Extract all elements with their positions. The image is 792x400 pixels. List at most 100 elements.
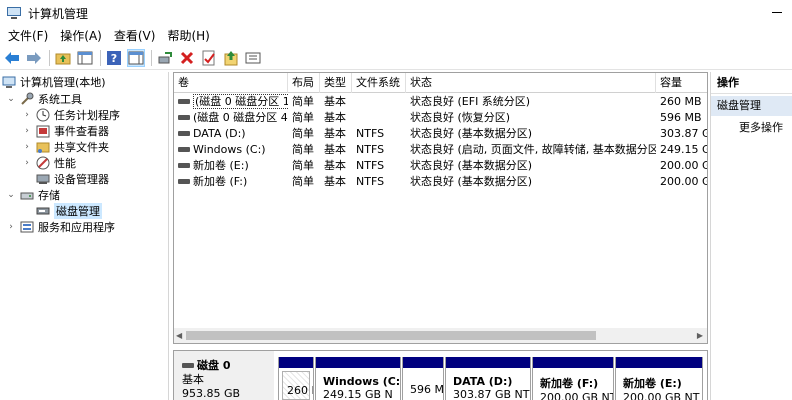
console-view-icon[interactable] bbox=[127, 48, 145, 67]
filesystem-cell: NTFS bbox=[356, 159, 385, 172]
tree-item-performance[interactable]: › 性能 bbox=[22, 155, 76, 171]
partition-block[interactable]: DATA (D:) 303.87 GB NTF bbox=[445, 357, 531, 400]
partition-block[interactable]: 新加卷 (F:) 200.00 GB NT bbox=[532, 357, 614, 400]
partition-bar bbox=[533, 357, 613, 368]
column-header-status[interactable]: 状态 bbox=[406, 73, 656, 93]
tree-item-shared-folders[interactable]: › 共享文件夹 bbox=[22, 139, 109, 155]
export-list-icon[interactable] bbox=[244, 49, 262, 67]
table-row[interactable]: DATA (D:) 简单 基本 NTFS 状态良好 (基本数据分区) 303.8… bbox=[174, 126, 707, 142]
volume-icon bbox=[178, 146, 190, 152]
type-cell: 基本 bbox=[324, 95, 346, 108]
tree-item-event-viewer[interactable]: › 事件查看器 bbox=[22, 123, 109, 139]
partition-block[interactable]: 新加卷 (E:) 200.00 GB NT bbox=[615, 357, 703, 400]
volume-name-cell: 新加卷 (F:) bbox=[174, 174, 288, 190]
volume-list-header: 卷 布局 类型 文件系统 状态 容量 bbox=[174, 73, 707, 93]
type-cell: 基本 bbox=[324, 111, 346, 124]
tree-item-system-tools[interactable]: ⌄ 系统工具 bbox=[6, 91, 82, 107]
toolbar-separator bbox=[151, 49, 152, 66]
column-header-type[interactable]: 类型 bbox=[320, 73, 352, 93]
tree-item-services-apps[interactable]: › 服务和应用程序 bbox=[6, 219, 115, 235]
tree-item-label: 任务计划程序 bbox=[54, 109, 120, 122]
partition-size: 249.15 GB N bbox=[323, 388, 393, 400]
filesystem-cell: NTFS bbox=[356, 127, 385, 140]
tree-item-storage[interactable]: ⌄ 存储 bbox=[6, 187, 60, 203]
partition-block[interactable]: Windows (C: 249.15 GB N bbox=[315, 357, 401, 400]
forward-arrow-icon[interactable] bbox=[25, 49, 43, 67]
minimize-button[interactable] bbox=[772, 12, 782, 13]
device-manager-icon bbox=[36, 172, 50, 186]
toolbar: ? bbox=[0, 46, 792, 70]
partition-block[interactable]: 260 I bbox=[278, 357, 314, 400]
tree-item-root[interactable]: 计算机管理(本地) bbox=[2, 74, 106, 90]
horizontal-scrollbar[interactable]: ◀ ▶ bbox=[174, 328, 707, 343]
partition-size: 596 M bbox=[410, 383, 444, 396]
tree-item-label: 存储 bbox=[38, 189, 60, 202]
column-header-capacity[interactable]: 容量 bbox=[656, 73, 707, 93]
help-icon[interactable]: ? bbox=[105, 49, 123, 67]
status-cell: 状态良好 (恢复分区) bbox=[410, 111, 511, 124]
layout-cell: 简单 bbox=[292, 111, 314, 124]
table-row[interactable]: (磁盘 0 磁盘分区 1) 简单 基本 状态良好 (EFI 系统分区) 260 … bbox=[174, 94, 707, 110]
table-row[interactable]: Windows (C:) 简单 基本 NTFS 状态良好 (启动, 页面文件, … bbox=[174, 142, 708, 158]
table-row[interactable]: 新加卷 (E:) 简单 基本 NTFS 状态良好 (基本数据分区) 200.00… bbox=[174, 158, 707, 174]
menu-action[interactable]: 操作(A) bbox=[54, 26, 108, 46]
menu-bar: 文件(F) 操作(A) 查看(V) 帮助(H) bbox=[0, 26, 792, 46]
volume-icon bbox=[178, 114, 190, 120]
tree-item-label: 磁盘管理 bbox=[54, 203, 102, 219]
layout-cell: 简单 bbox=[292, 143, 314, 156]
disk-name: 磁盘 0 bbox=[182, 359, 274, 373]
partition-body: DATA (D:) 303.87 GB NTF bbox=[449, 371, 531, 400]
menu-view[interactable]: 查看(V) bbox=[108, 26, 162, 46]
column-header-layout[interactable]: 布局 bbox=[288, 73, 320, 93]
volume-icon bbox=[178, 178, 190, 184]
table-row[interactable]: (磁盘 0 磁盘分区 4) 简单 基本 状态良好 (恢复分区) 596 MB bbox=[174, 110, 707, 126]
capacity-cell: 249.15 G bbox=[660, 143, 708, 156]
scrollbar-thumb[interactable] bbox=[186, 331, 596, 340]
volume-name: Windows (C:) bbox=[193, 143, 266, 156]
volume-name-cell: (磁盘 0 磁盘分区 4) bbox=[174, 110, 288, 126]
actions-section-disk-management[interactable]: 磁盘管理 bbox=[711, 96, 792, 116]
show-hide-tree-icon[interactable] bbox=[76, 49, 94, 67]
table-row[interactable]: 新加卷 (F:) 简单 基本 NTFS 状态良好 (基本数据分区) 200.00… bbox=[174, 174, 707, 190]
actions-pane: 操作 磁盘管理 更多操作 bbox=[710, 72, 792, 400]
partition-name: DATA (D:) bbox=[453, 375, 513, 388]
properties-icon[interactable] bbox=[200, 49, 218, 67]
chevron-down-icon[interactable]: ⌄ bbox=[6, 94, 16, 104]
disk-label[interactable]: 磁盘 0 基本 953.85 GB bbox=[174, 351, 274, 400]
menu-file[interactable]: 文件(F) bbox=[2, 26, 54, 46]
partition-bar bbox=[316, 357, 400, 368]
chevron-right-icon[interactable]: › bbox=[22, 110, 32, 120]
chevron-right-icon[interactable]: › bbox=[6, 222, 16, 232]
scroll-left-icon[interactable]: ◀ bbox=[176, 331, 182, 340]
volume-name: 新加卷 (F:) bbox=[193, 175, 248, 188]
window-title: 计算机管理 bbox=[28, 6, 89, 21]
delete-icon[interactable] bbox=[178, 49, 196, 67]
tree-item-task-scheduler[interactable]: › 任务计划程序 bbox=[22, 107, 120, 123]
column-header-volume[interactable]: 卷 bbox=[174, 73, 288, 93]
disk-name-text: 磁盘 0 bbox=[197, 359, 231, 372]
tree-item-disk-management[interactable]: 磁盘管理 bbox=[36, 203, 102, 219]
up-folder-icon[interactable] bbox=[54, 49, 72, 67]
tree-item-device-manager[interactable]: 设备管理器 bbox=[36, 171, 109, 187]
menu-help[interactable]: 帮助(H) bbox=[161, 26, 215, 46]
chevron-down-icon[interactable]: ⌄ bbox=[6, 190, 16, 200]
toolbar-separator bbox=[49, 49, 50, 66]
partition-size: 200.00 GB NT bbox=[540, 391, 614, 400]
scroll-right-icon[interactable]: ▶ bbox=[697, 331, 703, 340]
volume-name-cell: DATA (D:) bbox=[174, 126, 288, 142]
import-icon[interactable] bbox=[222, 49, 240, 67]
filesystem-cell bbox=[352, 110, 406, 126]
partition-block[interactable]: 596 M bbox=[402, 357, 444, 400]
layout-cell: 简单 bbox=[292, 159, 314, 172]
connect-icon[interactable] bbox=[156, 49, 174, 67]
back-arrow-icon[interactable] bbox=[3, 49, 21, 67]
volume-icon bbox=[178, 162, 190, 168]
chevron-right-icon[interactable]: › bbox=[22, 126, 32, 136]
chevron-right-icon[interactable]: › bbox=[22, 142, 32, 152]
chevron-right-icon[interactable]: › bbox=[22, 158, 32, 168]
partition-size: 303.87 GB NTF bbox=[453, 388, 531, 400]
column-header-filesystem[interactable]: 文件系统 bbox=[352, 73, 406, 93]
volume-name-cell: (磁盘 0 磁盘分区 1) bbox=[174, 94, 288, 110]
more-actions-link[interactable]: 更多操作 bbox=[711, 118, 792, 138]
shared-folder-icon bbox=[36, 140, 50, 154]
